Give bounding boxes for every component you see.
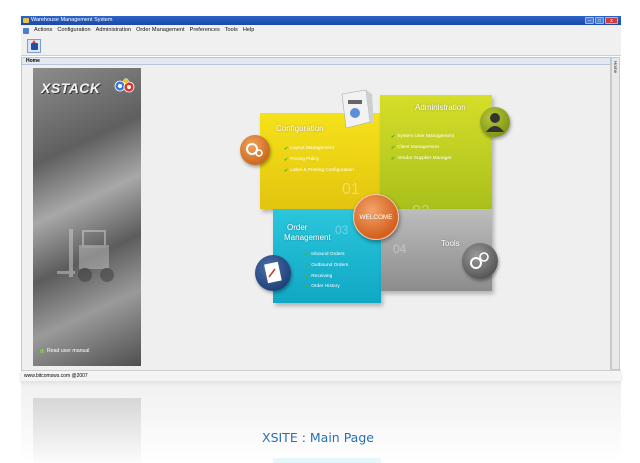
configuration-item[interactable]: ✔ Label & Printing Configuration bbox=[284, 166, 354, 177]
order-item[interactable]: ✔ Order History bbox=[305, 282, 348, 293]
check-icon: ✔ bbox=[284, 146, 289, 152]
software-box-image bbox=[341, 89, 374, 129]
page-caption: XSITE : Main Page bbox=[262, 430, 374, 445]
status-bar: www.bitcomsws.com @2007 bbox=[21, 370, 621, 381]
home-toolbar-button[interactable] bbox=[27, 39, 41, 53]
minimize-button[interactable]: – bbox=[585, 17, 594, 24]
close-button[interactable]: x bbox=[605, 17, 618, 24]
gears-logo-icon bbox=[114, 78, 135, 93]
administration-item[interactable]: ✔ Vendor Supplier Manager bbox=[391, 154, 454, 165]
menu-bar: Actions Configuration Administration Ord… bbox=[21, 25, 621, 36]
window-titlebar[interactable]: Warehouse Management System – □ x bbox=[21, 16, 621, 25]
administration-item[interactable]: ✔ Client Management bbox=[391, 143, 454, 154]
tools-number: 04 bbox=[393, 242, 407, 256]
side-tab-label: Home bbox=[613, 61, 618, 74]
administration-item[interactable]: ✔ System User Management bbox=[391, 132, 454, 143]
order-items: ✔ Inbound Orders ✔ Outbound Orders ✔ Receiv… bbox=[305, 250, 348, 293]
check-icon: ✔ bbox=[305, 252, 310, 258]
reflection-panel bbox=[33, 398, 141, 463]
check-icon: ✔ bbox=[284, 167, 289, 174]
window-title: Warehouse Management System bbox=[31, 17, 113, 23]
configuration-title: Configuration bbox=[276, 124, 324, 133]
check-icon: ✔ bbox=[391, 134, 396, 140]
administration-user-icon[interactable] bbox=[480, 107, 510, 137]
read-manual-label: Read user manual bbox=[47, 348, 90, 354]
home-icon bbox=[30, 39, 38, 50]
check-icon: ✔ bbox=[284, 156, 289, 163]
check-icon: ✔ bbox=[305, 284, 310, 291]
menu-preferences[interactable]: Preferences bbox=[190, 25, 220, 36]
menu-help[interactable]: Help bbox=[243, 25, 255, 36]
configuration-number: 01 bbox=[342, 181, 360, 198]
left-panel: XSTACK Read user manual bbox=[33, 68, 141, 366]
menu-app-icon bbox=[23, 27, 29, 34]
forklift-icon bbox=[57, 229, 114, 282]
menu-actions[interactable]: Actions bbox=[34, 25, 52, 36]
menu-administration[interactable]: Administration bbox=[96, 25, 131, 36]
toolbar bbox=[21, 36, 621, 56]
window-controls: – □ x bbox=[585, 17, 618, 24]
menu-tools[interactable]: Tools bbox=[225, 25, 238, 36]
brand-logo: XSTACK bbox=[41, 80, 101, 96]
order-item[interactable]: ✔ Inbound Orders bbox=[305, 250, 348, 261]
order-title-line2: Management bbox=[284, 233, 331, 242]
check-icon: ✔ bbox=[305, 273, 310, 280]
bullet-icon bbox=[40, 349, 44, 353]
welcome-button[interactable]: WELCOME bbox=[353, 194, 399, 240]
side-tab-home[interactable]: Home bbox=[611, 57, 620, 370]
order-title-line1: Order bbox=[287, 223, 308, 232]
read-manual-link[interactable]: Read user manual bbox=[40, 348, 89, 354]
configuration-item[interactable]: ✔ Layout Management bbox=[284, 144, 354, 155]
tools-gears-icon[interactable] bbox=[462, 243, 498, 279]
order-document-icon[interactable] bbox=[255, 255, 291, 291]
menu-order-management[interactable]: Order Management bbox=[136, 25, 185, 36]
configuration-gears-icon[interactable] bbox=[240, 135, 270, 165]
check-icon: ✔ bbox=[391, 155, 396, 162]
order-number: 03 bbox=[335, 223, 349, 237]
tab-home[interactable]: Home bbox=[21, 57, 611, 65]
tools-title: Tools bbox=[441, 239, 460, 248]
reflection-tile bbox=[273, 458, 381, 463]
configuration-items: ✔ Layout Management ✔ Pricing Policy ✔ Labe… bbox=[284, 144, 354, 176]
check-icon: ✔ bbox=[391, 144, 396, 151]
app-icon bbox=[23, 18, 29, 23]
configuration-item[interactable]: ✔ Pricing Policy bbox=[284, 155, 354, 166]
administration-tile[interactable]: Administration ✔ System User Management ✔… bbox=[380, 95, 492, 220]
order-item[interactable]: ✔ Receiving bbox=[305, 272, 348, 283]
order-item[interactable]: ✔ Outbound Orders bbox=[305, 261, 348, 272]
check-icon: ✔ bbox=[305, 262, 310, 269]
menu-configuration[interactable]: Configuration bbox=[57, 25, 90, 36]
maximize-button[interactable]: □ bbox=[595, 17, 604, 24]
administration-title: Administration bbox=[415, 103, 466, 112]
administration-items: ✔ System User Management ✔ Client Manageme… bbox=[391, 132, 454, 164]
